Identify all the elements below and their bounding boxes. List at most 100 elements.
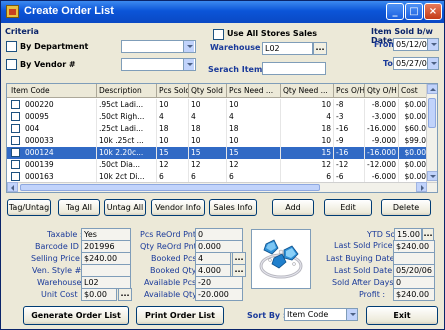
app-icon xyxy=(6,5,19,18)
minimize-button[interactable]: _ xyxy=(386,3,404,20)
taxable-label: Taxable : xyxy=(47,230,83,239)
table-row[interactable]: 000220.95ct Ladi... 10 10 10 10 -8 -8.000 $0.00 xyxy=(7,99,429,111)
available-qty-field: -20.000 xyxy=(195,288,243,301)
search-item-label: Serach Item : xyxy=(208,65,269,74)
vendor-dropdown-arrow-icon[interactable] xyxy=(183,59,194,70)
grid-vertical-scrollbar[interactable] xyxy=(426,84,437,182)
delete-button[interactable]: Delete xyxy=(381,199,431,216)
horizontal-scroll-thumb[interactable] xyxy=(20,184,320,191)
untag-all-button[interactable]: Untag All xyxy=(104,199,146,216)
vendor-info-button[interactable]: Vendor Info xyxy=(151,199,205,216)
grid-header: Item Code Description Pcs Sold Qty Sold Pcs … xyxy=(7,84,429,98)
to-date-dropdown-icon[interactable] xyxy=(427,58,438,69)
table-cell: 12 xyxy=(227,159,281,171)
print-order-list-button[interactable]: Print Order List xyxy=(136,306,224,325)
add-button[interactable]: Add xyxy=(272,199,314,216)
row-tag-checkbox[interactable] xyxy=(11,100,20,109)
table-cell: -8 xyxy=(334,99,365,111)
table-row[interactable]: 000139.50ct Dia... 12 12 12 12 -12 -12.000 $0.0… xyxy=(7,159,429,171)
ven-style-label: Ven. Style # : xyxy=(32,266,87,275)
booked-qty-label: Booked Qty : xyxy=(150,266,202,275)
table-cell: 10 xyxy=(281,135,334,147)
scroll-left-icon[interactable] xyxy=(7,182,18,192)
table-cell: -8.000 xyxy=(365,99,399,111)
table-cell: 12 xyxy=(157,159,189,171)
table-cell: 000124 xyxy=(23,147,97,159)
row-tag-checkbox[interactable] xyxy=(11,172,20,181)
column-header[interactable]: Description xyxy=(97,84,157,98)
table-cell: 15 xyxy=(227,147,281,159)
table-cell: -12.000 xyxy=(365,159,399,171)
table-row[interactable]: 000033 10k .25ct ... 10 10 10 10 -9 -9.000 $99.0 xyxy=(7,135,429,147)
column-header[interactable]: Pcs O/H xyxy=(334,84,365,98)
tag-all-button[interactable]: Tag All xyxy=(58,199,100,216)
grid-horizontal-scrollbar[interactable] xyxy=(7,182,437,192)
table-row[interactable]: 000124 10k 2.20c... 15 15 15 15 -16 -16.000 $0.0… xyxy=(7,147,429,159)
profit-label: Profit : xyxy=(359,290,386,299)
scroll-down-icon[interactable] xyxy=(427,171,437,181)
warehouse-label: Warehouse : xyxy=(210,43,267,52)
by-department-label: By Department xyxy=(20,42,89,51)
sales-info-button[interactable]: Sales Info xyxy=(209,199,257,216)
scroll-right-icon[interactable] xyxy=(416,182,427,192)
column-header[interactable]: Qty O/H xyxy=(365,84,399,98)
warehouse-browse-button[interactable]: ... xyxy=(313,42,327,55)
column-header[interactable]: Item Code xyxy=(7,84,97,98)
table-cell: -3 xyxy=(334,111,365,123)
close-button[interactable]: × xyxy=(424,3,442,20)
table-row[interactable]: 004.25ct Ladi... 18 18 18 18 -16 -16.000 $60.0 xyxy=(7,123,429,135)
table-cell: 10k .25ct ... xyxy=(97,135,157,147)
from-date-dropdown-icon[interactable] xyxy=(427,39,438,50)
edit-button[interactable]: Edit xyxy=(324,199,372,216)
sold-after-days-label: Sold After Days : xyxy=(332,278,399,287)
table-row[interactable]: 00095.50ct Righ... 4 4 4 4 -3 -3.000 $0.00 xyxy=(7,111,429,123)
items-grid[interactable]: Item Code Description Pcs Sold Qty Sold Pcs … xyxy=(6,83,438,193)
table-cell: -16.000 xyxy=(365,147,399,159)
table-cell: 18 xyxy=(281,123,334,135)
unit-cost-label: Unit Cost : xyxy=(41,290,83,299)
sort-by-dropdown-icon[interactable] xyxy=(346,309,357,320)
column-header[interactable]: Qty Sold xyxy=(189,84,227,98)
table-cell: 4 xyxy=(281,111,334,123)
row-tag-checkbox[interactable] xyxy=(11,136,20,145)
sort-by-label: Sort By : xyxy=(247,311,287,320)
product-image xyxy=(251,229,311,289)
column-header[interactable]: Pcs Need ... xyxy=(227,84,281,98)
row-tag-checkbox[interactable] xyxy=(11,148,20,157)
department-dropdown-arrow-icon[interactable] xyxy=(183,41,194,52)
unit-cost-browse-button[interactable]: ... xyxy=(118,288,132,301)
table-cell: $0.00 xyxy=(399,147,429,159)
create-order-list-window: Create Order List _ □ × Criteria By Depa… xyxy=(0,0,445,330)
table-cell: 10 xyxy=(281,99,334,111)
scroll-up-icon[interactable] xyxy=(427,84,437,94)
exit-button[interactable]: Exit xyxy=(366,306,438,325)
table-cell: 10 xyxy=(189,99,227,111)
row-tag-checkbox[interactable] xyxy=(11,160,20,169)
tag-untag-button[interactable]: Tag/Untag xyxy=(7,199,51,216)
table-cell: -9.000 xyxy=(365,135,399,147)
table-cell: 10k 2.20c... xyxy=(97,147,157,159)
table-cell: 18 xyxy=(157,123,189,135)
vertical-scroll-thumb[interactable] xyxy=(428,98,436,128)
by-vendor-checkbox[interactable] xyxy=(6,59,17,70)
use-all-stores-checkbox[interactable] xyxy=(213,29,224,40)
profit-field: $240.00 xyxy=(393,288,435,301)
search-item-input[interactable] xyxy=(262,62,326,75)
table-cell: 18 xyxy=(189,123,227,135)
table-cell: .95ct Ladi... xyxy=(97,99,157,111)
column-header[interactable]: Pcs Sold xyxy=(157,84,189,98)
warehouse-input[interactable]: L02 xyxy=(262,42,313,55)
table-cell: 000033 xyxy=(23,135,97,147)
column-header[interactable]: Cost xyxy=(399,84,429,98)
row-tag-checkbox[interactable] xyxy=(11,112,20,121)
maximize-button[interactable]: □ xyxy=(405,3,423,20)
column-header[interactable]: Qty Need ... xyxy=(281,84,334,98)
table-cell: -16 xyxy=(334,123,365,135)
table-cell: 4 xyxy=(227,111,281,123)
generate-order-list-button[interactable]: Generate Order List xyxy=(23,306,129,325)
by-department-checkbox[interactable] xyxy=(6,41,17,52)
table-cell: -16 xyxy=(334,147,365,159)
last-sold-price-label: Last Sold Price : xyxy=(334,241,398,250)
unit-cost-field: $0.00 xyxy=(81,288,117,301)
row-tag-checkbox[interactable] xyxy=(11,124,20,133)
